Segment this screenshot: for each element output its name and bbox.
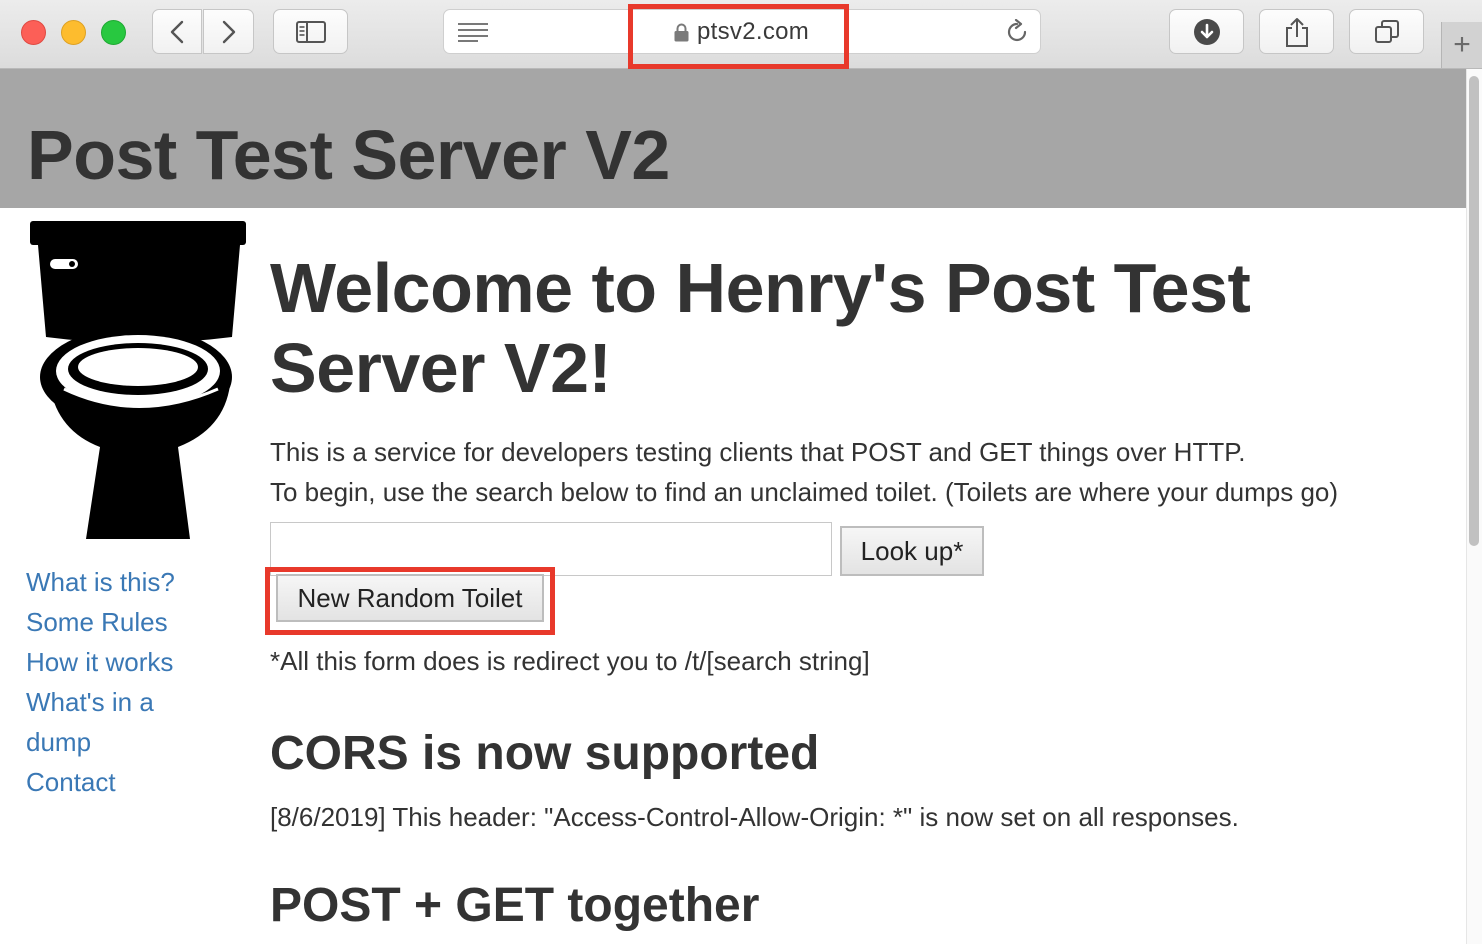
back-arrow-icon bbox=[170, 20, 184, 43]
scrollbar-thumb[interactable] bbox=[1469, 76, 1479, 546]
new-random-toilet-button[interactable]: New Random Toilet bbox=[276, 574, 544, 622]
welcome-heading: Welcome to Henry's Post Test Server V2! bbox=[270, 248, 1450, 408]
share-button[interactable] bbox=[1259, 9, 1334, 54]
forward-button[interactable] bbox=[203, 9, 254, 54]
reader-icon[interactable] bbox=[458, 22, 488, 42]
zoom-window-button[interactable] bbox=[101, 20, 126, 45]
intro-line-2: To begin, use the search below to find a… bbox=[270, 477, 1339, 507]
download-icon bbox=[1193, 18, 1220, 45]
show-tabs-button[interactable] bbox=[1349, 9, 1424, 54]
minimize-window-button[interactable] bbox=[61, 20, 86, 45]
main-content: Welcome to Henry's Post Test Server V2! … bbox=[270, 248, 1450, 932]
sidebar-icon bbox=[295, 20, 326, 43]
downloads-button[interactable] bbox=[1169, 9, 1244, 54]
tabs-icon bbox=[1374, 19, 1399, 43]
address-bar[interactable]: ptsv2.com bbox=[443, 9, 1041, 54]
look-up-button[interactable]: Look up* bbox=[840, 526, 984, 576]
cors-text: [8/6/2019] This header: "Access-Control-… bbox=[270, 802, 1239, 832]
back-button[interactable] bbox=[152, 9, 202, 54]
nav-link-contact[interactable]: Contact bbox=[26, 762, 226, 802]
nav-link-some-rules[interactable]: Some Rules bbox=[26, 602, 226, 642]
lock-icon bbox=[674, 23, 689, 41]
toilet-search-input[interactable] bbox=[270, 522, 832, 576]
plus-icon: + bbox=[1453, 28, 1471, 61]
share-icon bbox=[1285, 17, 1308, 47]
forward-arrow-icon bbox=[222, 20, 235, 43]
form-note: *All this form does is redirect you to /… bbox=[270, 646, 870, 676]
toilet-logo-icon bbox=[30, 221, 246, 539]
nav-link-what-is-this[interactable]: What is this? bbox=[26, 562, 226, 602]
nav-link-how-it-works[interactable]: How it works bbox=[26, 642, 226, 682]
site-title: Post Test Server V2 bbox=[27, 116, 670, 194]
new-tab-button[interactable]: + bbox=[1441, 22, 1482, 68]
intro-line-1: This is a service for developers testing… bbox=[270, 437, 1246, 467]
welcome-line-2: Server V2! bbox=[270, 329, 612, 407]
close-window-button[interactable] bbox=[21, 20, 46, 45]
nav-link-whats-in-a-dump[interactable]: What's in a bbox=[26, 682, 226, 722]
nav-link-whats-in-a-dump-cont[interactable]: dump bbox=[26, 722, 226, 762]
browser-toolbar: ptsv2.com + bbox=[0, 0, 1482, 69]
cors-heading: CORS is now supported bbox=[270, 727, 820, 780]
search-form: Look up* bbox=[270, 522, 1070, 582]
url-display[interactable]: ptsv2.com bbox=[674, 18, 809, 46]
site-header: Post Test Server V2 bbox=[0, 69, 1466, 208]
side-nav: What is this? Some Rules How it works Wh… bbox=[26, 562, 226, 802]
sidebar-toggle-button[interactable] bbox=[273, 9, 348, 54]
intro-text: This is a service for developers testing… bbox=[270, 432, 1450, 512]
url-text: ptsv2.com bbox=[697, 18, 810, 45]
post-get-heading: POST + GET together bbox=[270, 879, 760, 932]
welcome-line-1: Welcome to Henry's Post Test bbox=[270, 249, 1251, 327]
reload-icon[interactable] bbox=[1004, 19, 1030, 45]
